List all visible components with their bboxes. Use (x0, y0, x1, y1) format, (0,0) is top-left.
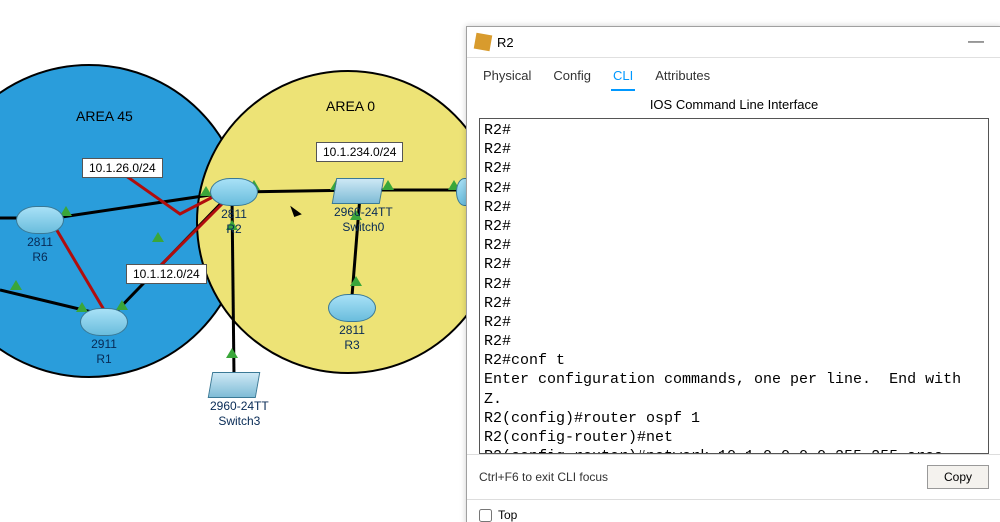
device-r6[interactable]: 2811 R6 (16, 206, 64, 264)
device-name: Switch0 (334, 221, 393, 234)
device-window: R2 — Physical Config CLI Attributes IOS … (466, 26, 1000, 522)
switch-icon (208, 372, 261, 398)
cli-focus-hint: Ctrl+F6 to exit CLI focus (479, 470, 608, 484)
device-name: Switch3 (210, 415, 269, 428)
router-icon (16, 206, 64, 234)
device-model: 2960-24TT (334, 206, 393, 219)
window-title: R2 (497, 35, 514, 50)
port-status-icon (350, 276, 362, 286)
router-icon (210, 178, 258, 206)
tab-attributes[interactable]: Attributes (653, 64, 712, 91)
cursor-icon (292, 204, 306, 222)
device-r2[interactable]: 2811 R2 (210, 178, 258, 236)
tab-cli[interactable]: CLI (611, 64, 635, 91)
port-status-icon (10, 280, 22, 290)
device-switch3[interactable]: 2960-24TT Switch3 (210, 372, 269, 428)
subnet-label-26: 10.1.26.0/24 (82, 158, 163, 178)
switch-icon (332, 178, 385, 204)
device-r1[interactable]: 2911 R1 (80, 308, 128, 366)
device-switch0[interactable]: 2960-24TT Switch0 (334, 178, 393, 234)
device-name: R3 (328, 339, 376, 352)
cli-terminal[interactable]: R2# R2# R2# R2# R2# R2# R2# R2# R2# R2# … (479, 118, 989, 454)
area0-label: AREA 0 (326, 98, 375, 114)
device-name: R6 (16, 251, 64, 264)
device-model: 2811 (328, 324, 376, 337)
window-footer: Top (467, 499, 1000, 522)
always-on-top-label: Top (498, 508, 517, 522)
device-r3[interactable]: 2811 R3 (328, 294, 376, 352)
tab-physical[interactable]: Physical (481, 64, 533, 91)
tab-bar: Physical Config CLI Attributes (467, 58, 1000, 91)
device-model: 2811 (210, 208, 258, 221)
minimize-button[interactable]: — (959, 33, 993, 51)
window-titlebar[interactable]: R2 — (467, 27, 1000, 58)
subnet-label-234: 10.1.234.0/24 (316, 142, 403, 162)
router-icon (328, 294, 376, 322)
device-name: R2 (210, 223, 258, 236)
area45-label: AREA 45 (76, 108, 133, 124)
port-status-icon (152, 232, 164, 242)
subnet-label-12: 10.1.12.0/24 (126, 264, 207, 284)
tab-config[interactable]: Config (551, 64, 593, 91)
copy-button[interactable]: Copy (927, 465, 989, 489)
cli-header: IOS Command Line Interface (467, 91, 1000, 116)
device-model: 2811 (16, 236, 64, 249)
app-icon (474, 33, 493, 52)
always-on-top-checkbox[interactable] (479, 509, 492, 522)
device-model: 2911 (80, 338, 128, 351)
device-model: 2960-24TT (210, 400, 269, 413)
port-status-icon (226, 348, 238, 358)
cli-statusbar: Ctrl+F6 to exit CLI focus Copy (467, 454, 1000, 499)
router-icon (80, 308, 128, 336)
device-name: R1 (80, 353, 128, 366)
